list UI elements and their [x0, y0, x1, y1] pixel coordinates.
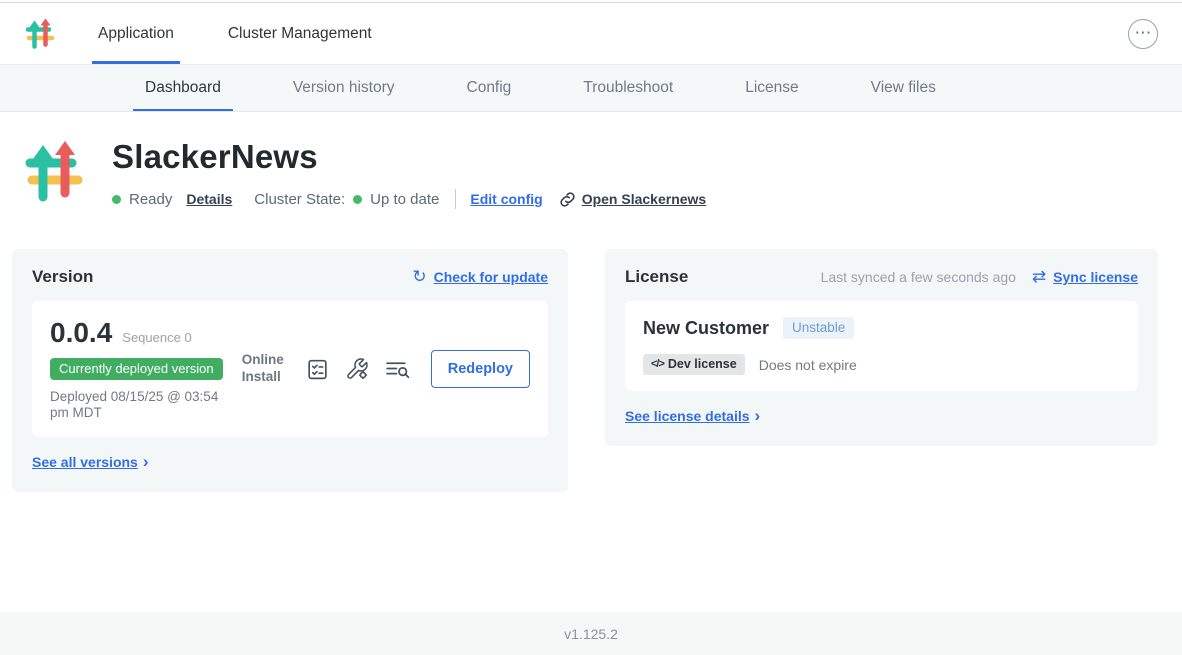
topbar-right: ⋯: [1128, 3, 1158, 64]
license-row-customer: New Customer Unstable: [643, 317, 1120, 339]
status-divider: [455, 189, 456, 209]
subnav-troubleshoot-label: Troubleshoot: [583, 79, 673, 97]
check-for-update-link[interactable]: ↻ Check for update: [412, 269, 548, 286]
view-logs-icon[interactable]: [384, 357, 411, 382]
slackernews-logo-icon: [24, 18, 56, 50]
cluster-state-dot: [353, 195, 362, 204]
app-status-text: Ready: [129, 191, 172, 208]
cluster-state-label: Cluster State:: [254, 191, 345, 208]
app-status-row: Ready Details Cluster State: Up to date …: [112, 189, 706, 209]
channel-badge: Unstable: [783, 317, 854, 339]
app-logo-icon[interactable]: [24, 3, 56, 64]
version-card-title: Version: [32, 267, 93, 287]
sequence-label: Sequence 0: [122, 330, 191, 345]
see-license-details-label: See license details: [625, 408, 750, 424]
version-number: 0.0.4: [50, 317, 112, 349]
license-expiration: Does not expire: [759, 357, 857, 373]
license-type-label: Dev license: [668, 357, 737, 371]
preflight-checks-icon[interactable]: [305, 357, 330, 382]
tab-cluster-management-label: Cluster Management: [228, 25, 372, 43]
ellipsis-icon: ⋯: [1135, 25, 1152, 42]
details-link[interactable]: Details: [186, 191, 232, 207]
subnav-config-label: Config: [467, 79, 512, 97]
tab-application-label: Application: [98, 25, 174, 43]
chevron-right-icon: ›: [143, 453, 149, 470]
subnav-item-troubleshoot[interactable]: Troubleshoot: [583, 65, 673, 111]
app-status-dot: [112, 195, 121, 204]
license-card-title: License: [625, 267, 688, 287]
link-icon: [559, 191, 576, 208]
app-icon: [22, 140, 86, 204]
customer-name: New Customer: [643, 318, 769, 339]
license-panel: New Customer Unstable </> Dev license Do…: [625, 301, 1138, 391]
open-app-label: Open Slackernews: [582, 191, 707, 207]
license-card: License Last synced a few seconds ago ⇄ …: [605, 249, 1158, 446]
app-subnav: Dashboard Version history Config Trouble…: [0, 65, 1182, 112]
license-card-head: License Last synced a few seconds ago ⇄ …: [625, 267, 1138, 287]
license-head-right: Last synced a few seconds ago ⇄ Sync lic…: [821, 269, 1138, 286]
page-title: SlackerNews: [112, 138, 706, 176]
see-license-details-link[interactable]: See license details ›: [625, 407, 760, 424]
console-version: v1.125.2: [564, 626, 618, 642]
subnav-item-version-history[interactable]: Version history: [293, 65, 395, 111]
license-row-type: </> Dev license Does not expire: [643, 354, 1120, 375]
chevron-right-icon: ›: [755, 407, 761, 424]
see-all-versions-link[interactable]: See all versions ›: [32, 453, 149, 470]
current-version-panel: 0.0.4 Sequence 0 Currently deployed vers…: [32, 301, 548, 437]
subnav-version-history-label: Version history: [293, 79, 395, 97]
code-icon: </>: [651, 358, 664, 370]
version-card: Version ↻ Check for update 0.0.4 Sequenc…: [12, 249, 568, 492]
see-all-versions-label: See all versions: [32, 454, 138, 470]
edit-config-link[interactable]: Edit config: [470, 191, 542, 207]
subnav-item-view-files[interactable]: View files: [871, 65, 936, 111]
console-footer: v1.125.2: [0, 612, 1182, 655]
slackernews-app-icon: [22, 140, 86, 204]
install-type-label: Online Install: [242, 352, 290, 386]
subnav-item-config[interactable]: Config: [467, 65, 512, 111]
sync-icon: ⇄: [1032, 269, 1046, 286]
license-type-badge: </> Dev license: [643, 354, 745, 375]
config-wrench-icon[interactable]: [345, 357, 369, 381]
sync-license-link[interactable]: Sync license: [1053, 269, 1138, 285]
top-navbar: Application Cluster Management ⋯: [0, 3, 1182, 65]
redeploy-button[interactable]: Redeploy: [431, 350, 530, 388]
dashboard-cards: Version ↻ Check for update 0.0.4 Sequenc…: [0, 209, 1182, 492]
tab-application[interactable]: Application: [92, 3, 180, 64]
version-actions: Online Install: [242, 350, 530, 388]
refresh-icon: ↻: [412, 269, 426, 286]
last-synced-text: Last synced a few seconds ago: [821, 269, 1016, 285]
version-number-row: 0.0.4 Sequence 0: [50, 317, 230, 349]
subnav-item-dashboard[interactable]: Dashboard: [145, 65, 221, 111]
current-version-info: 0.0.4 Sequence 0 Currently deployed vers…: [50, 317, 230, 421]
deployed-timestamp: Deployed 08/15/25 @ 03:54 pm MDT: [50, 389, 230, 421]
deployed-status-badge: Currently deployed version: [50, 358, 223, 380]
subnav-dashboard-label: Dashboard: [145, 79, 221, 97]
cluster-state-value: Up to date: [370, 191, 439, 208]
check-for-update-label: Check for update: [434, 269, 548, 285]
more-menu-button[interactable]: ⋯: [1128, 19, 1158, 49]
open-app-link[interactable]: Open Slackernews: [559, 191, 707, 208]
app-header-text: SlackerNews Ready Details Cluster State:…: [112, 138, 706, 209]
subnav-license-label: License: [745, 79, 798, 97]
version-card-head: Version ↻ Check for update: [32, 267, 548, 287]
subnav-item-license[interactable]: License: [745, 65, 798, 111]
subnav-view-files-label: View files: [871, 79, 936, 97]
tab-cluster-management[interactable]: Cluster Management: [222, 3, 378, 64]
app-header: SlackerNews Ready Details Cluster State:…: [0, 112, 1182, 209]
